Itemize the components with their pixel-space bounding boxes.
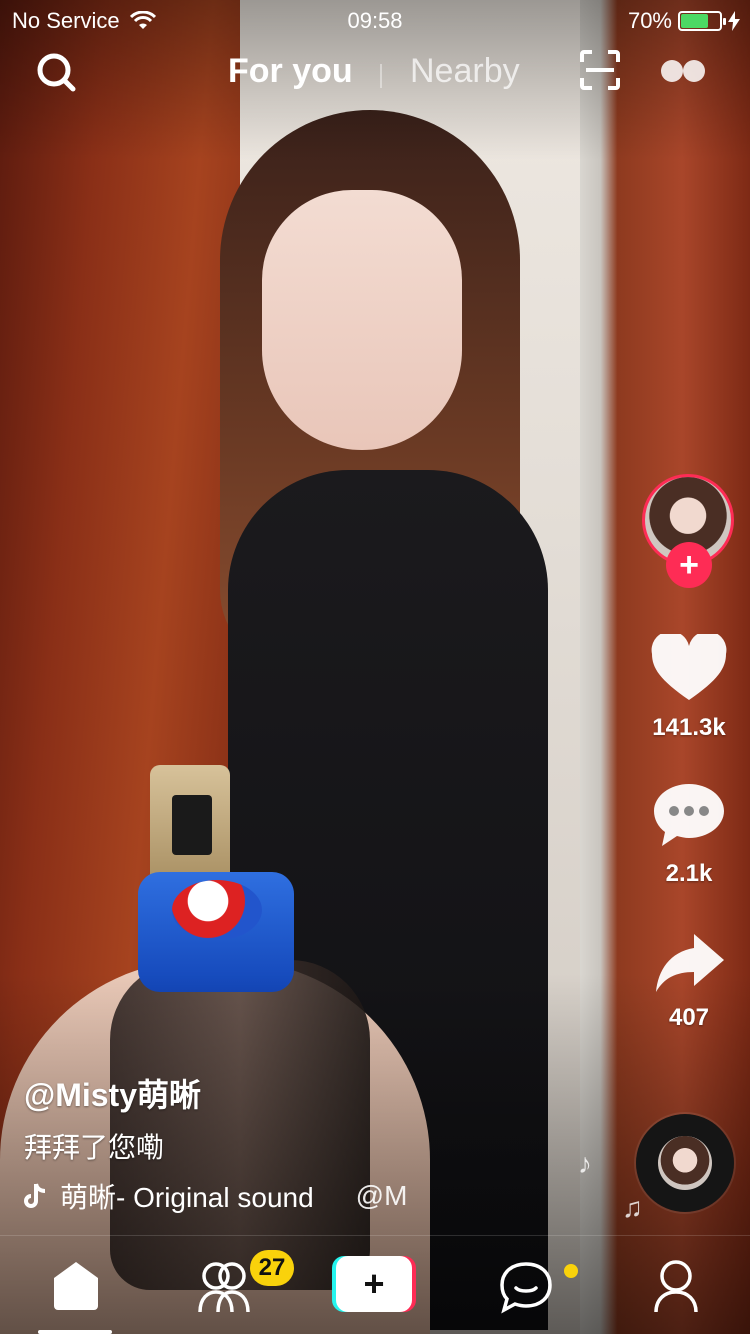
create-button[interactable]: + — [332, 1256, 416, 1312]
music-note-icon: ♫ — [622, 1192, 643, 1223]
door-lock — [150, 765, 230, 885]
video-person-face — [262, 190, 462, 450]
music-note-icon: ♪ — [578, 1148, 592, 1179]
sound-mention: @M — [355, 1180, 408, 1211]
sound-disc[interactable] — [636, 1114, 734, 1212]
sound-disc-cover — [658, 1136, 712, 1190]
scan-icon[interactable] — [580, 50, 620, 90]
video-caption: 拜拜了您嘞 — [24, 1132, 165, 1163]
inbox-unread-dot — [564, 1264, 578, 1278]
active-tab-indicator — [38, 1330, 112, 1334]
sound-info[interactable]: 萌晰- Original sound @M — [24, 1176, 424, 1216]
battery-icon — [678, 11, 726, 31]
comment-count: 2.1k — [665, 860, 713, 887]
sound-title: 萌晰- Original sound — [60, 1182, 314, 1213]
status-bar: No Service 09:58 70% — [0, 0, 750, 40]
heart-icon[interactable] — [650, 634, 728, 704]
battery-percent: 70% — [627, 8, 672, 33]
like-count: 141.3k — [652, 714, 726, 741]
friends-icon[interactable] — [196, 1258, 252, 1314]
tab-nearby[interactable]: Nearby — [410, 52, 520, 91]
follow-button[interactable]: + — [666, 542, 712, 588]
tab-for-you[interactable]: For you — [228, 52, 353, 91]
share-icon[interactable] — [650, 930, 728, 1000]
charging-icon — [728, 11, 740, 31]
creator-username[interactable]: @Misty萌晰 — [24, 1070, 201, 1116]
bottle-logo — [172, 880, 262, 940]
profile-icon[interactable] — [648, 1258, 704, 1314]
share-count: 407 — [668, 1004, 710, 1031]
top-nav: For you Nearby — [0, 44, 750, 100]
home-icon[interactable] — [48, 1258, 104, 1314]
friends-badge: 27 — [250, 1250, 294, 1286]
create-plus-label: + — [336, 1256, 412, 1312]
tiktok-note-icon — [24, 1183, 46, 1208]
tab-divider — [380, 64, 382, 88]
search-icon[interactable] — [36, 52, 76, 92]
inbox-icon[interactable] — [498, 1258, 554, 1314]
bottom-tab-bar: 27 + — [0, 1235, 750, 1334]
comment-icon[interactable] — [650, 780, 728, 850]
live-dots-icon[interactable] — [660, 58, 706, 84]
